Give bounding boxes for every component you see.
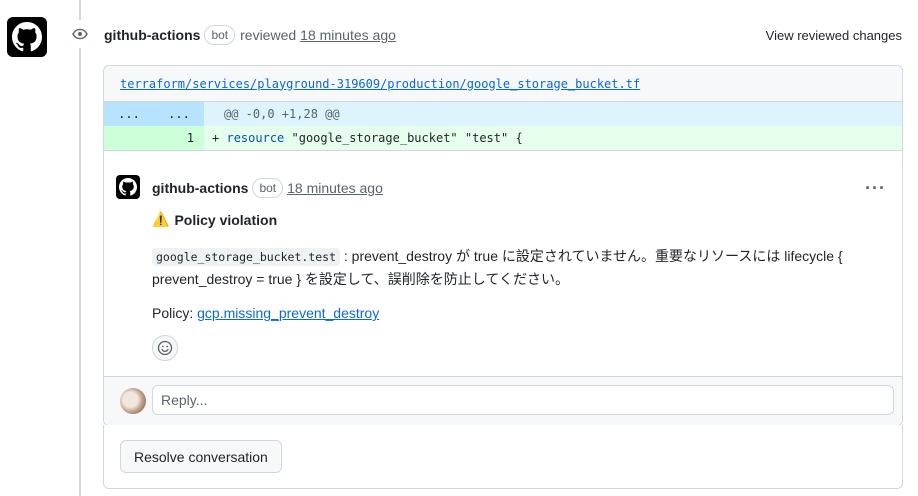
smiley-icon — [157, 340, 173, 356]
resolve-area: Resolve conversation — [103, 425, 903, 489]
review-action: reviewed — [240, 27, 297, 43]
reviewed-badge — [66, 20, 94, 48]
comment-policy: Policy: gcp.missing_prevent_destroy — [152, 305, 379, 321]
old-line-number — [104, 126, 154, 150]
comment-options-menu-icon[interactable]: ··· — [865, 178, 886, 199]
review-time-link[interactable]: 18 minutes ago — [300, 27, 396, 43]
resource-code: google_storage_bucket.test — [152, 248, 341, 266]
github-mark-icon — [119, 178, 137, 196]
diff-line-code: + resource "google_storage_bucket" "test… — [204, 126, 523, 150]
comment-bot-label: bot — [252, 178, 284, 198]
file-path-link[interactable]: terraform/services/playground-319609/pro… — [120, 77, 640, 91]
hunk-expand-right[interactable]: ... — [154, 102, 204, 126]
policy-label: Policy: — [152, 305, 198, 321]
view-reviewed-changes-link[interactable]: View reviewed changes — [766, 28, 902, 43]
add-reaction-button[interactable] — [152, 335, 178, 361]
github-actions-avatar[interactable] — [7, 17, 47, 57]
diff-keyword: resource — [226, 131, 285, 145]
diff-added-line: 1 + resource "google_storage_bucket" "te… — [104, 126, 902, 150]
review-author[interactable]: github-actions — [104, 27, 200, 43]
review-header: github-actions bot reviewed 18 minutes a… — [104, 24, 902, 46]
diff-hunk-row: ... ... @@ -0,0 +1,28 @@ — [104, 102, 902, 126]
comment-title: ⚠️ Policy violation — [152, 211, 277, 228]
resolve-conversation-button[interactable]: Resolve conversation — [120, 440, 282, 473]
diff-line-rest: "google_storage_bucket" "test" { — [284, 131, 523, 145]
review-comment: github-actions bot 18 minutes ago ··· ⚠️… — [104, 150, 902, 377]
warning-icon: ⚠️ — [152, 211, 170, 227]
hunk-expand-left[interactable]: ... — [104, 102, 154, 126]
current-user-avatar — [120, 388, 146, 414]
comment-body: google_storage_bucket.test : prevent_des… — [152, 245, 878, 290]
comment-author[interactable]: github-actions — [152, 180, 248, 196]
comment-title-text: Policy violation — [174, 211, 278, 228]
hunk-header: @@ -0,0 +1,28 @@ — [224, 107, 340, 121]
bot-label: bot — [204, 25, 236, 45]
new-line-number[interactable]: 1 — [154, 126, 204, 150]
comment-time-link[interactable]: 18 minutes ago — [287, 180, 383, 196]
reply-input[interactable] — [152, 385, 894, 415]
reply-bar — [104, 376, 902, 425]
review-thread: terraform/services/playground-319609/pro… — [103, 65, 903, 426]
file-path-header: terraform/services/playground-319609/pro… — [104, 66, 902, 102]
github-mark-icon — [12, 22, 42, 52]
policy-link[interactable]: gcp.missing_prevent_destroy — [197, 305, 379, 321]
diff-sign: + — [212, 131, 220, 145]
timeline-line — [79, 0, 81, 496]
comment-header: github-actions bot 18 minutes ago ··· — [152, 177, 886, 199]
eye-icon — [72, 28, 88, 40]
comment-avatar[interactable] — [116, 175, 140, 199]
